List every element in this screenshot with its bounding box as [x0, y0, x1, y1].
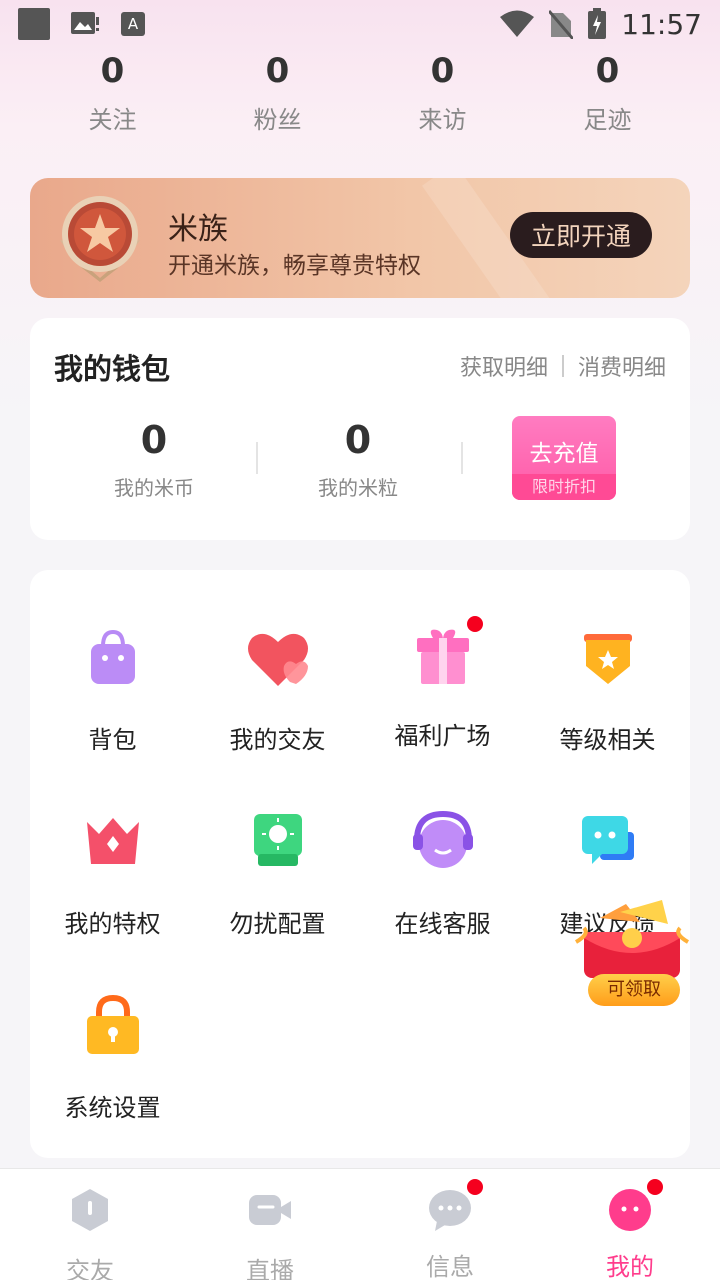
menu-label: 福利广场 — [394, 722, 491, 750]
unread-badge-dot — [467, 1179, 483, 1195]
coins-label: 我的米币 — [114, 476, 194, 500]
menu-item-privileges[interactable]: 我的特权 — [30, 806, 195, 939]
tab-messages[interactable]: 信息 — [360, 1169, 540, 1280]
profile-tab-icon — [609, 1189, 651, 1231]
lock-icon — [86, 994, 139, 1054]
tab-friends[interactable]: 交友 — [0, 1169, 180, 1280]
menu-label: 勿扰配置 — [229, 910, 326, 938]
gift-icon-wrap — [407, 616, 483, 694]
clock: 11:57 — [621, 7, 702, 41]
heart-icon — [247, 633, 308, 686]
tab-me[interactable]: 我的 — [540, 1169, 720, 1280]
menu-item-my-friends[interactable]: 我的交友 — [195, 622, 360, 755]
tab-label: 交友 — [66, 1257, 114, 1280]
menu-label: 背包 — [88, 726, 137, 754]
do-not-disturb-icon — [253, 814, 302, 866]
headset-icon — [412, 810, 473, 868]
stat-visitors[interactable]: 0 来访 — [360, 50, 525, 135]
friends-tab-icon — [72, 1189, 108, 1231]
tab-live[interactable]: 直播 — [180, 1169, 360, 1280]
vip-activate-button[interactable]: 立即开通 — [510, 212, 652, 258]
profile-stats: 0 关注 0 粉丝 0 来访 0 足迹 — [30, 50, 690, 135]
menu-item-level[interactable]: 等级相关 — [525, 622, 690, 755]
feature-menu: 背包 我的交友 福利广场 等级相关 我的特权 勿扰配置 在线客服 建议反馈 系统… — [30, 570, 690, 1158]
coins-value: 0 — [140, 418, 168, 462]
new-badge-dot — [466, 616, 483, 632]
menu-item-customer-service[interactable]: 在线客服 — [360, 806, 525, 939]
menu-label: 在线客服 — [394, 910, 491, 938]
stat-value: 0 — [595, 51, 620, 91]
svg-text:A: A — [128, 15, 139, 33]
tab-label: 直播 — [246, 1257, 294, 1280]
app-notification-icon — [18, 8, 50, 40]
menu-label: 我的交友 — [229, 726, 326, 754]
recharge-button[interactable]: 去充值 限时折扣 — [512, 416, 616, 500]
my-coins[interactable]: 0 我的米币 — [54, 416, 254, 501]
gift-icon — [416, 629, 469, 684]
income-details-link[interactable]: 获取明细 — [460, 350, 548, 382]
recharge-label: 去充值 — [529, 441, 599, 467]
message-tab-icon — [429, 1190, 471, 1231]
battery-icon — [588, 8, 607, 39]
grains-value: 0 — [344, 418, 372, 462]
stat-value: 0 — [430, 51, 455, 91]
floating-reward-button[interactable]: 可领取 — [570, 898, 694, 1010]
profile-badge-dot — [647, 1179, 663, 1195]
stat-fans[interactable]: 0 粉丝 — [195, 50, 360, 135]
divider — [461, 442, 463, 474]
stat-following[interactable]: 0 关注 — [30, 50, 195, 135]
crown-icon — [86, 818, 139, 864]
wallet-card: 我的钱包 获取明细 消费明细 0 我的米币 0 我的米粒 去充值 限时折扣 — [30, 318, 690, 540]
menu-label: 我的特权 — [64, 910, 161, 938]
menu-item-welfare-square[interactable]: 福利广场 — [360, 616, 525, 751]
vip-banner[interactable]: 米族 开通米族，畅享尊贵特权 立即开通 — [30, 178, 690, 298]
level-badge-icon — [583, 634, 632, 684]
stat-label: 来访 — [418, 106, 467, 134]
vip-title: 米族 — [168, 212, 228, 247]
feedback-icon — [581, 816, 634, 864]
message-tab-icon-wrap — [427, 1179, 483, 1233]
tab-label: 信息 — [426, 1253, 474, 1280]
stat-footprints[interactable]: 0 足迹 — [525, 50, 690, 135]
stat-value: 0 — [100, 51, 125, 91]
reward-label: 可领取 — [588, 974, 680, 1006]
wallet-links: 获取明细 消费明细 — [460, 350, 666, 382]
menu-item-settings[interactable]: 系统设置 — [30, 990, 195, 1123]
discount-tag: 限时折扣 — [512, 474, 616, 500]
menu-item-bag[interactable]: 背包 — [30, 622, 195, 755]
profile-tab-icon-wrap — [607, 1179, 663, 1233]
menu-item-do-not-disturb[interactable]: 勿扰配置 — [195, 806, 360, 939]
spend-details-link[interactable]: 消费明细 — [578, 350, 666, 382]
grains-label: 我的米粒 — [318, 476, 398, 500]
bottom-tab-bar: 交友 直播 信息 我的 — [0, 1168, 720, 1280]
bag-icon — [90, 629, 135, 684]
vip-medal-icon — [60, 196, 140, 282]
stat-label: 关注 — [88, 106, 137, 134]
image-notification-icon — [71, 12, 99, 34]
stat-label: 足迹 — [583, 106, 632, 134]
status-bar: A 11:57 — [0, 0, 720, 48]
tab-label-active: 我的 — [606, 1253, 654, 1280]
my-grains[interactable]: 0 我的米粒 — [258, 416, 458, 501]
wifi-icon — [500, 10, 535, 37]
menu-label: 等级相关 — [559, 726, 656, 754]
live-tab-icon — [249, 1195, 291, 1225]
stat-value: 0 — [265, 51, 290, 91]
wallet-title: 我的钱包 — [54, 352, 171, 386]
menu-label: 系统设置 — [64, 1094, 161, 1122]
no-sim-icon — [549, 10, 574, 39]
link-divider — [561, 355, 564, 377]
vip-subtitle: 开通米族，畅享尊贵特权 — [168, 253, 421, 279]
font-notification-icon: A — [121, 12, 145, 36]
stat-label: 粉丝 — [253, 106, 302, 134]
